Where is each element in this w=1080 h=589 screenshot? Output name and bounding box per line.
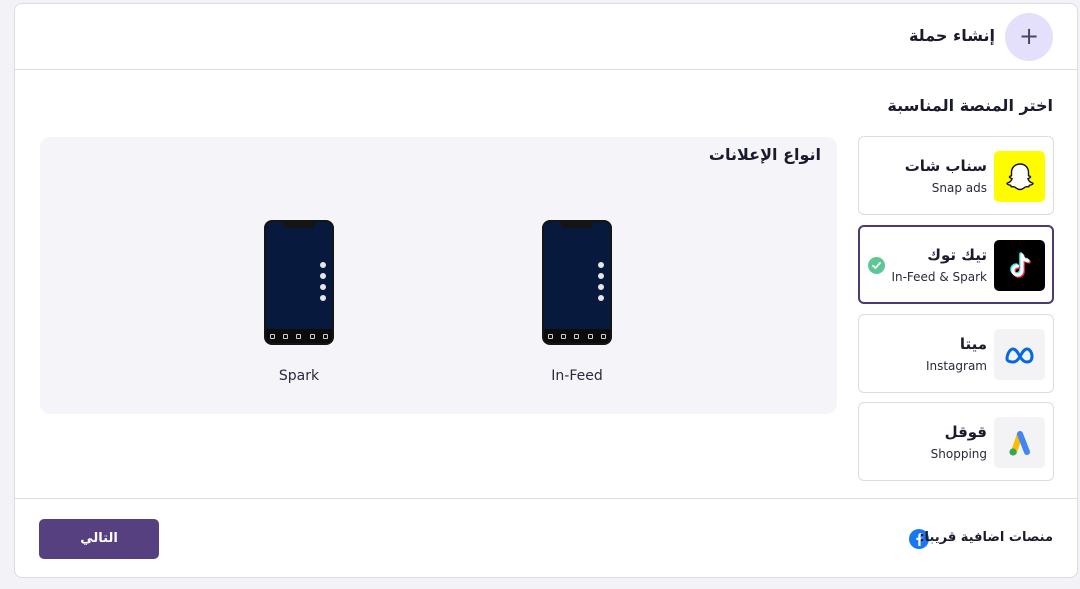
coming-soon-text: منصات اضافية قريبا: (919, 530, 1053, 545)
google-ads-icon (994, 417, 1045, 468)
platform-tiktok[interactable]: تيك توك In-Feed & Spark (858, 225, 1054, 304)
in-feed-phone-preview[interactable] (542, 220, 612, 345)
platform-meta[interactable]: ميتا Instagram (858, 314, 1054, 393)
phone-notch (561, 222, 593, 228)
phone-nav-bar (544, 329, 610, 343)
platform-subtitle: Instagram (925, 359, 987, 373)
phone-side-icons (318, 262, 328, 301)
platform-google[interactable]: قوقل Shopping (858, 402, 1054, 481)
snapchat-icon (994, 151, 1045, 202)
footer: التالي منصات اضافية قريبا: (15, 498, 1077, 577)
platform-name: ميتا (959, 335, 987, 353)
ad-types-title: انواع الإعلانات (708, 145, 821, 164)
platform-name: قوقل (944, 423, 987, 441)
check-icon (868, 257, 885, 274)
platform-subtitle: Snap ads (931, 181, 987, 195)
choose-platform-title: اختر المنصة المناسبة (887, 96, 1053, 115)
next-button[interactable]: التالي (39, 519, 159, 559)
platform-name: تيك توك (927, 246, 987, 264)
spark-phone-preview[interactable] (264, 220, 334, 345)
platform-snapchat[interactable]: سناب شات Snap ads (858, 136, 1054, 215)
phone-notch (283, 222, 315, 228)
platform-subtitle: In-Feed & Spark (891, 270, 987, 284)
meta-icon (994, 329, 1045, 380)
phone-screen (544, 222, 610, 343)
phone-nav-bar (266, 329, 332, 343)
plus-icon[interactable]: + (1005, 13, 1053, 61)
platform-name: سناب شات (904, 157, 987, 175)
ad-types-panel: انواع الإعلانات In-Feed Spark (40, 137, 837, 414)
create-campaign-card: + إنشاء حملة اختر المنصة المناسبة سناب ش… (14, 3, 1078, 578)
page-title: إنشاء حملة (908, 26, 995, 45)
platform-subtitle: Shopping (930, 447, 987, 461)
phone-screen (266, 222, 332, 343)
spark-label: Spark (278, 368, 320, 384)
header: + إنشاء حملة (15, 4, 1077, 70)
in-feed-label: In-Feed (551, 368, 603, 384)
phone-side-icons (596, 262, 606, 301)
tiktok-icon (994, 240, 1045, 291)
